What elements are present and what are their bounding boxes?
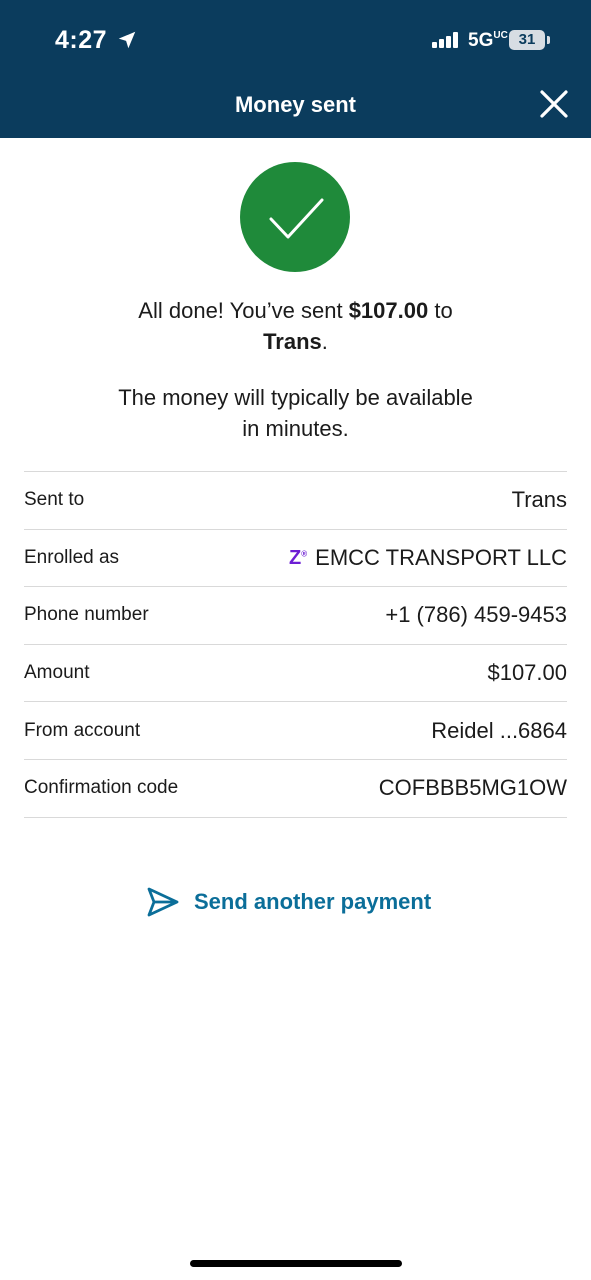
message-recipient: Trans: [263, 329, 322, 354]
detail-label: Phone number: [24, 604, 149, 626]
detail-label: Confirmation code: [24, 777, 179, 799]
zelle-logo-icon: Z®: [289, 547, 308, 570]
detail-value: EMCC TRANSPORT LLC: [315, 544, 567, 570]
message-period: .: [321, 329, 328, 354]
detail-label: Sent to: [24, 489, 85, 511]
message-text-to: to: [428, 298, 453, 323]
detail-row-sent-to: Sent to Trans: [24, 472, 567, 530]
detail-label: From account: [24, 719, 141, 741]
detail-value: Trans: [511, 487, 567, 513]
detail-value: COFBBB5MG1OW: [378, 775, 567, 801]
location-arrow-icon: [118, 31, 136, 49]
availability-line-2: in minutes.: [242, 416, 349, 441]
confirmation-message: All done! You’ve sent $107.00 to Trans.: [60, 295, 531, 357]
availability-line-1: The money will typically be available: [118, 385, 473, 410]
detail-row-enrolled-as: Enrolled as Z® EMCC TRANSPORT LLC: [24, 530, 567, 588]
message-amount: $107.00: [348, 298, 429, 323]
status-time: 4:27: [55, 26, 108, 54]
status-bar: 4:27 5GUC 31: [0, 0, 591, 80]
battery-tip: [547, 36, 550, 44]
checkmark-icon: [269, 198, 324, 239]
detail-value-group: Z® EMCC TRANSPORT LLC: [289, 545, 567, 571]
availability-message: The money will typically be available in…: [60, 382, 531, 444]
detail-row-from-account: From account Reidel ...6864: [24, 702, 567, 760]
message-text: All done! You’ve sent: [138, 298, 349, 323]
signal-bars-icon: [432, 32, 462, 48]
detail-row-confirmation: Confirmation code COFBBB5MG1OW: [24, 760, 567, 818]
network-indicator: 5GUC: [468, 30, 508, 51]
detail-row-phone: Phone number +1 (786) 459-9453: [24, 587, 567, 645]
close-icon[interactable]: [536, 86, 572, 122]
page-title: Money sent: [234, 92, 357, 117]
detail-value: +1 (786) 459-9453: [385, 602, 567, 628]
send-another-payment-label: Send another payment: [194, 889, 432, 914]
home-indicator[interactable]: [190, 1260, 402, 1267]
detail-row-amount: Amount $107.00: [24, 645, 567, 703]
paper-plane-icon: [147, 887, 179, 917]
detail-value: Reidel ...6864: [431, 717, 567, 743]
detail-label: Enrolled as: [24, 546, 120, 568]
detail-label: Amount: [24, 662, 90, 684]
battery-indicator: 31: [509, 30, 545, 50]
header-bar: 4:27 5GUC 31 Money sent: [0, 0, 591, 138]
payment-details-table: Sent to Trans Enrolled as Z® EMCC TRANSP…: [24, 471, 567, 818]
success-checkmark: [240, 162, 350, 272]
detail-value: $107.00: [487, 660, 567, 686]
send-another-payment-button[interactable]: Send another payment: [146, 884, 431, 920]
